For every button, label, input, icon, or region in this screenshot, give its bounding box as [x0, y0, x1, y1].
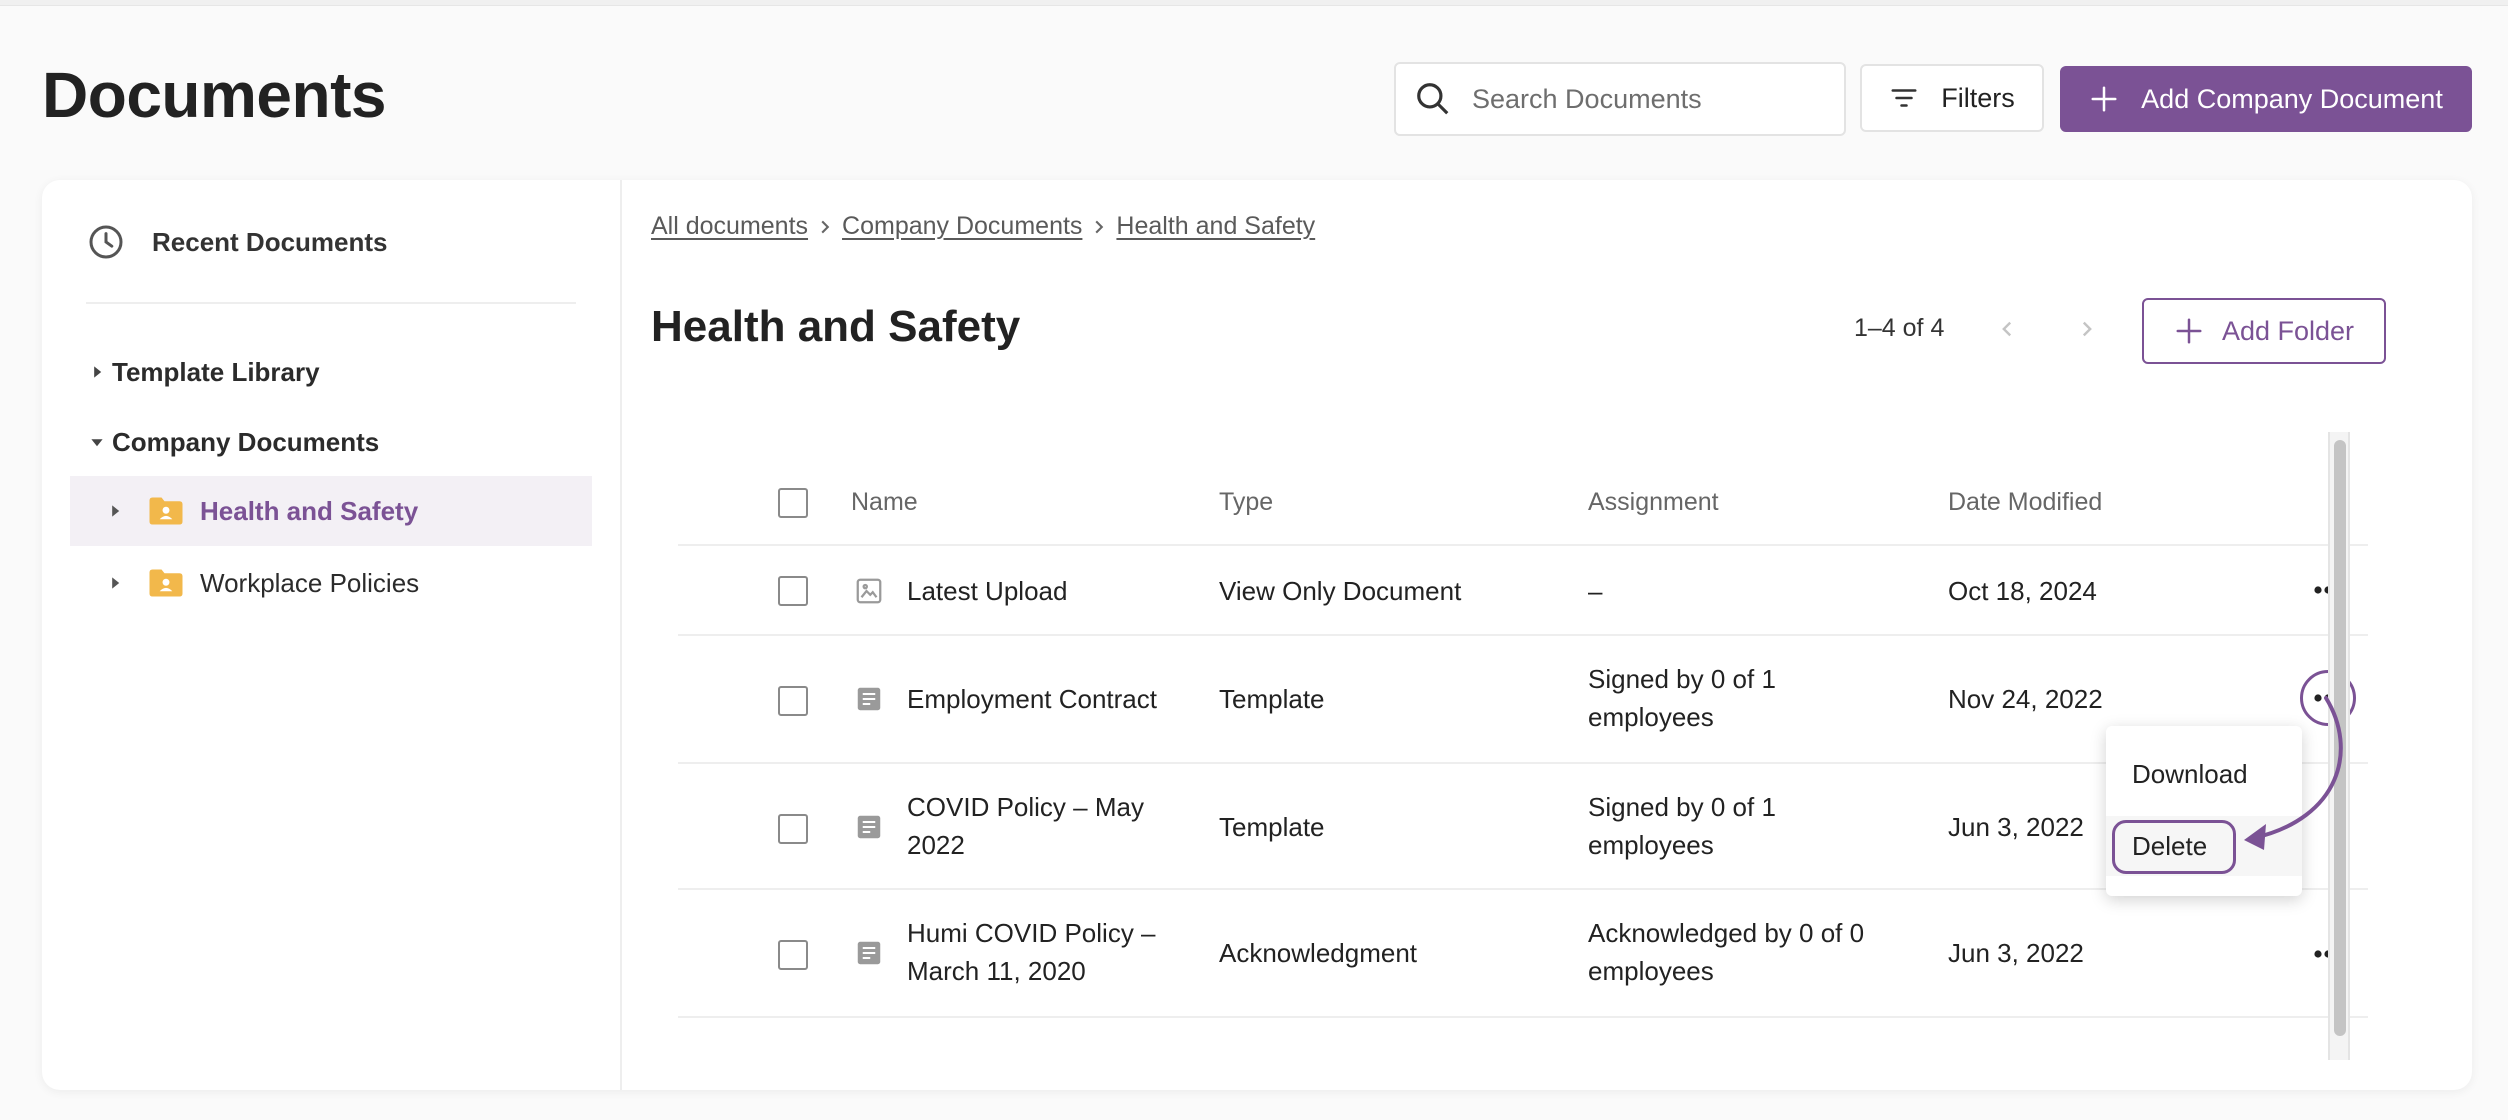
- row-assignment: Signed by 0 of 1 employees: [1588, 664, 1776, 732]
- breadcrumb-all-documents[interactable]: All documents: [651, 212, 808, 241]
- top-strip: [0, 0, 2508, 6]
- row-type: View Only Document: [1219, 576, 1462, 606]
- breadcrumb-health-and-safety[interactable]: Health and Safety: [1116, 212, 1315, 241]
- row-context-menu: Download Delete: [2106, 726, 2302, 896]
- add-folder-label: Add Folder: [2221, 315, 2355, 346]
- row-type: Acknowledgment: [1219, 938, 1417, 968]
- row-name[interactable]: Latest Upload: [907, 572, 1067, 610]
- menu-item-delete[interactable]: Delete: [2106, 816, 2302, 876]
- add-company-document-button[interactable]: Add Company Document: [2060, 66, 2472, 132]
- row-date: Nov 24, 2022: [1948, 684, 2103, 714]
- filter-icon: [1891, 89, 1917, 107]
- sidebar: Recent Documents Template Library Compan…: [42, 180, 622, 1090]
- recent-documents-link[interactable]: Recent Documents: [86, 220, 388, 264]
- page-title: Documents: [42, 59, 387, 131]
- row-checkbox[interactable]: [778, 940, 808, 970]
- add-company-document-label: Add Company Document: [2141, 83, 2443, 114]
- sidebar-item-template-library[interactable]: Template Library: [82, 350, 320, 394]
- sidebar-folder-workplace-policies[interactable]: Workplace Policies: [70, 548, 592, 618]
- document-icon: [857, 687, 881, 711]
- row-date: Jun 3, 2022: [1948, 812, 2084, 842]
- sidebar-folder-health-and-safety[interactable]: Health and Safety: [70, 476, 592, 546]
- search-icon: [1417, 83, 1449, 115]
- plus-icon: [2091, 86, 2117, 112]
- sidebar-divider: [86, 302, 576, 304]
- shared-folder-icon: [149, 569, 183, 597]
- column-header-assignment[interactable]: Assignment: [1588, 488, 1719, 517]
- sidebar-item-company-documents[interactable]: Company Documents: [82, 420, 379, 464]
- table-scrollbar-thumb[interactable]: [2334, 440, 2346, 1036]
- chevron-right-icon: [1092, 212, 1106, 241]
- sidebar-folder-label: Health and Safety: [200, 495, 419, 526]
- document-icon: [857, 815, 881, 839]
- row-assignment: Acknowledged by 0 of 0 employees: [1588, 918, 1865, 986]
- caret-down-icon[interactable]: [82, 435, 112, 449]
- folder-title: Health and Safety: [651, 302, 1021, 351]
- sidebar-item-label: Company Documents: [112, 426, 380, 457]
- plus-icon: [2176, 318, 2202, 344]
- table-row[interactable]: Latest Upload View Only Document – Oct 1…: [678, 546, 2368, 636]
- column-header-date-modified[interactable]: Date Modified: [1948, 488, 2102, 517]
- filters-label: Filters: [1941, 82, 2015, 113]
- table-row[interactable]: Humi COVID Policy – March 11, 2020 Ackno…: [678, 890, 2368, 1018]
- caret-right-icon[interactable]: [100, 504, 130, 518]
- document-icon: [857, 941, 881, 965]
- breadcrumb: All documents Company Documents Health a…: [651, 212, 1315, 241]
- pagination-label: 1–4 of 4: [1854, 314, 1945, 342]
- column-header-type[interactable]: Type: [1219, 488, 1273, 517]
- row-date: Jun 3, 2022: [1948, 938, 2084, 968]
- search-input[interactable]: [1472, 83, 1832, 115]
- row-checkbox[interactable]: [778, 814, 808, 844]
- chevron-right-icon: [2082, 321, 2092, 337]
- next-page-button[interactable]: [2072, 314, 2102, 344]
- add-folder-button[interactable]: Add Folder: [2142, 298, 2386, 364]
- previous-page-button[interactable]: [1992, 314, 2022, 344]
- recent-documents-label: Recent Documents: [152, 226, 388, 257]
- row-name[interactable]: Humi COVID Policy – March 11, 2020: [907, 914, 1177, 990]
- image-icon: [856, 578, 882, 604]
- select-all-checkbox[interactable]: [778, 488, 808, 518]
- column-header-name[interactable]: Name: [851, 488, 918, 517]
- caret-right-icon[interactable]: [100, 576, 130, 590]
- caret-right-icon[interactable]: [82, 365, 112, 379]
- breadcrumb-company-documents[interactable]: Company Documents: [842, 212, 1082, 241]
- menu-item-download[interactable]: Download: [2106, 744, 2302, 804]
- row-date: Oct 18, 2024: [1948, 576, 2097, 606]
- row-type: Template: [1219, 812, 1325, 842]
- row-checkbox[interactable]: [778, 576, 808, 606]
- clock-icon: [89, 225, 123, 259]
- row-assignment: Signed by 0 of 1 employees: [1588, 792, 1776, 860]
- search-box[interactable]: [1394, 62, 1846, 136]
- chevron-right-icon: [818, 212, 832, 241]
- row-name[interactable]: Employment Contract: [907, 680, 1157, 718]
- shared-folder-icon: [149, 497, 183, 525]
- sidebar-item-label: Template Library: [112, 356, 320, 387]
- chevron-left-icon: [2002, 321, 2012, 337]
- documents-card: Recent Documents Template Library Compan…: [42, 180, 2472, 1090]
- row-checkbox[interactable]: [778, 686, 808, 716]
- filters-button[interactable]: Filters: [1860, 64, 2044, 132]
- row-type: Template: [1219, 684, 1325, 714]
- row-assignment: –: [1588, 576, 1603, 606]
- sidebar-folder-label: Workplace Policies: [200, 567, 420, 598]
- table-header: Name Type Assignment Date Modified: [678, 428, 2368, 546]
- row-name[interactable]: COVID Policy – May 2022: [907, 788, 1177, 864]
